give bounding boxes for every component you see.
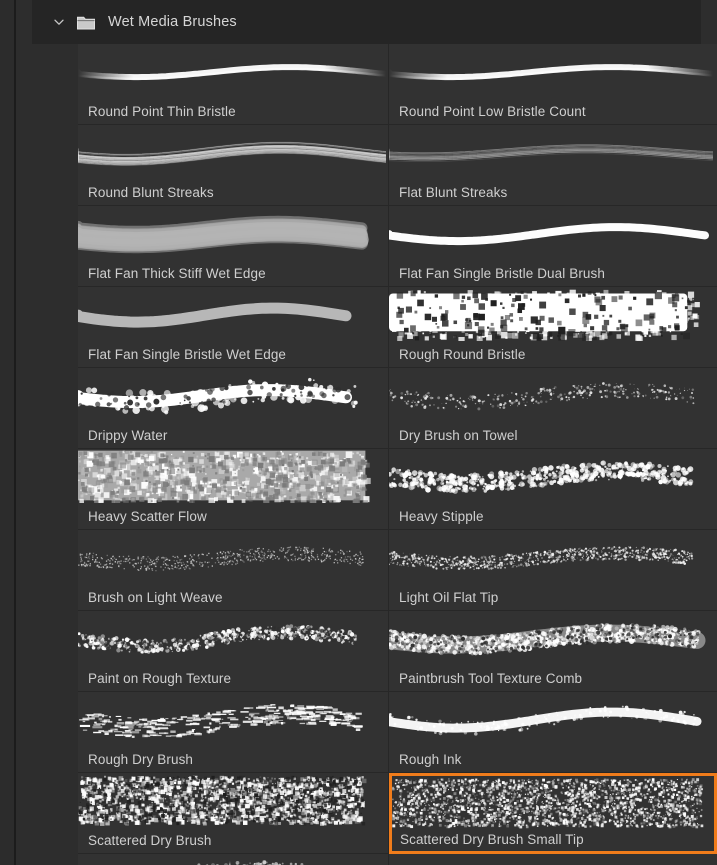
brush-group-header[interactable]: Wet Media Brushes [32,0,701,44]
brush-thumbnail [78,449,388,503]
brush-item[interactable]: Round Point Low Bristle Count [389,44,717,125]
brush-thumbnail [78,773,388,827]
brush-thumbnail [389,125,717,179]
brush-item-label: Rough Dry Brush [88,752,194,767]
brush-grid-row [78,854,717,865]
brush-item[interactable]: Flat Fan Single Bristle Wet Edge [78,287,389,368]
brush-thumbnail [389,530,717,584]
brush-thumbnail [78,206,388,260]
brush-grid-row: Rough Dry Brush Rough Ink [78,692,717,773]
brush-thumbnail [389,854,717,865]
brush-thumbnail [78,854,388,865]
brush-item-label: Brush on Light Weave [88,590,223,605]
brush-thumbnail [389,287,717,341]
chevron-down-icon[interactable] [50,13,68,31]
brush-item[interactable]: Brush on Light Weave [78,530,389,611]
brush-item-label: Rough Round Bristle [399,347,526,362]
brush-item[interactable] [78,854,389,865]
brush-item[interactable]: Heavy Stipple [389,449,717,530]
brush-item[interactable]: Rough Dry Brush [78,692,389,773]
brush-grid-row: Paint on Rough Texture Paintbrush Tool Te… [78,611,717,692]
brush-item[interactable]: Heavy Scatter Flow [78,449,389,530]
brush-item-label: Flat Fan Single Bristle Wet Edge [88,347,287,362]
brush-thumbnail [389,206,717,260]
brush-grid-row: Heavy Scatter Flow Heavy Stipple [78,449,717,530]
brush-grid-row: Brush on Light Weave Light Oil Flat Tip [78,530,717,611]
brush-item-label: Flat Fan Single Bristle Dual Brush [399,266,605,281]
grid-gutter [16,44,78,865]
brush-item-label: Scattered Dry Brush Small Tip [400,832,584,847]
brush-item[interactable]: Flat Fan Thick Stiff Wet Edge [78,206,389,287]
brush-thumbnail [78,368,388,422]
brush-item[interactable]: Light Oil Flat Tip [389,530,717,611]
brush-thumbnail [389,449,717,503]
brush-panel: Wet Media Brushes Round Point Thin Brist… [0,0,717,865]
brush-item[interactable]: Rough Ink [389,692,717,773]
brush-item-label: Light Oil Flat Tip [399,590,499,605]
brush-thumbnail [392,776,714,830]
brush-thumbnail [389,611,717,665]
brush-item-label: Round Blunt Streaks [88,185,214,200]
brush-thumbnail [389,44,717,98]
folder-icon [76,13,96,31]
brush-item-label: Dry Brush on Towel [399,428,518,443]
brush-item[interactable]: Paintbrush Tool Texture Comb [389,611,717,692]
brush-grid[interactable]: Round Point Thin Bristle Round Point Low … [78,44,717,865]
brush-item-label: Flat Fan Thick Stiff Wet Edge [88,266,266,281]
brush-item-label: Paint on Rough Texture [88,671,232,686]
brush-item-label: Rough Ink [399,752,462,767]
brush-item-label: Paintbrush Tool Texture Comb [399,671,583,686]
brush-grid-row: Scattered Dry Brush Scattered Dry Brush S… [78,773,717,854]
brush-thumbnail [78,287,388,341]
brush-item-label: Round Point Low Bristle Count [399,104,586,119]
brush-item[interactable] [389,854,717,865]
brush-item[interactable]: Round Blunt Streaks [78,125,389,206]
brush-grid-row: Flat Fan Thick Stiff Wet Edge Flat Fan Si… [78,206,717,287]
brush-item[interactable]: Paint on Rough Texture [78,611,389,692]
brush-item-label: Heavy Scatter Flow [88,509,207,524]
brush-item[interactable]: Flat Fan Single Bristle Dual Brush [389,206,717,287]
brush-item-label: Drippy Water [88,428,168,443]
brush-item[interactable]: Rough Round Bristle [389,287,717,368]
brush-grid-row: Round Blunt Streaks Flat Blunt Streaks [78,125,717,206]
brush-thumbnail [389,692,717,746]
brush-item[interactable]: Drippy Water [78,368,389,449]
left-rail [0,0,14,865]
brush-item-label: Flat Blunt Streaks [399,185,508,200]
brush-thumbnail [389,368,717,422]
brush-grid-row: Round Point Thin Bristle Round Point Low … [78,44,717,125]
brush-grid-row: Drippy Water Dry Brush on Towel [78,368,717,449]
brush-thumbnail [78,530,388,584]
brush-item[interactable]: Scattered Dry Brush [78,773,389,854]
brush-thumbnail [78,125,388,179]
brush-item[interactable]: Dry Brush on Towel [389,368,717,449]
brush-item[interactable]: Flat Blunt Streaks [389,125,717,206]
brush-item[interactable]: Round Point Thin Bristle [78,44,389,125]
brush-grid-row: Flat Fan Single Bristle Wet Edge Rough Ro… [78,287,717,368]
brush-item-label: Round Point Thin Bristle [88,104,236,119]
brush-thumbnail [78,692,388,746]
brush-thumbnail [78,611,388,665]
brush-thumbnail [78,44,388,98]
brush-item-label: Heavy Stipple [399,509,484,524]
brush-item-label: Scattered Dry Brush [88,833,212,848]
brush-item-selected[interactable]: Scattered Dry Brush Small Tip [389,773,717,854]
brush-group-title: Wet Media Brushes [108,14,237,30]
